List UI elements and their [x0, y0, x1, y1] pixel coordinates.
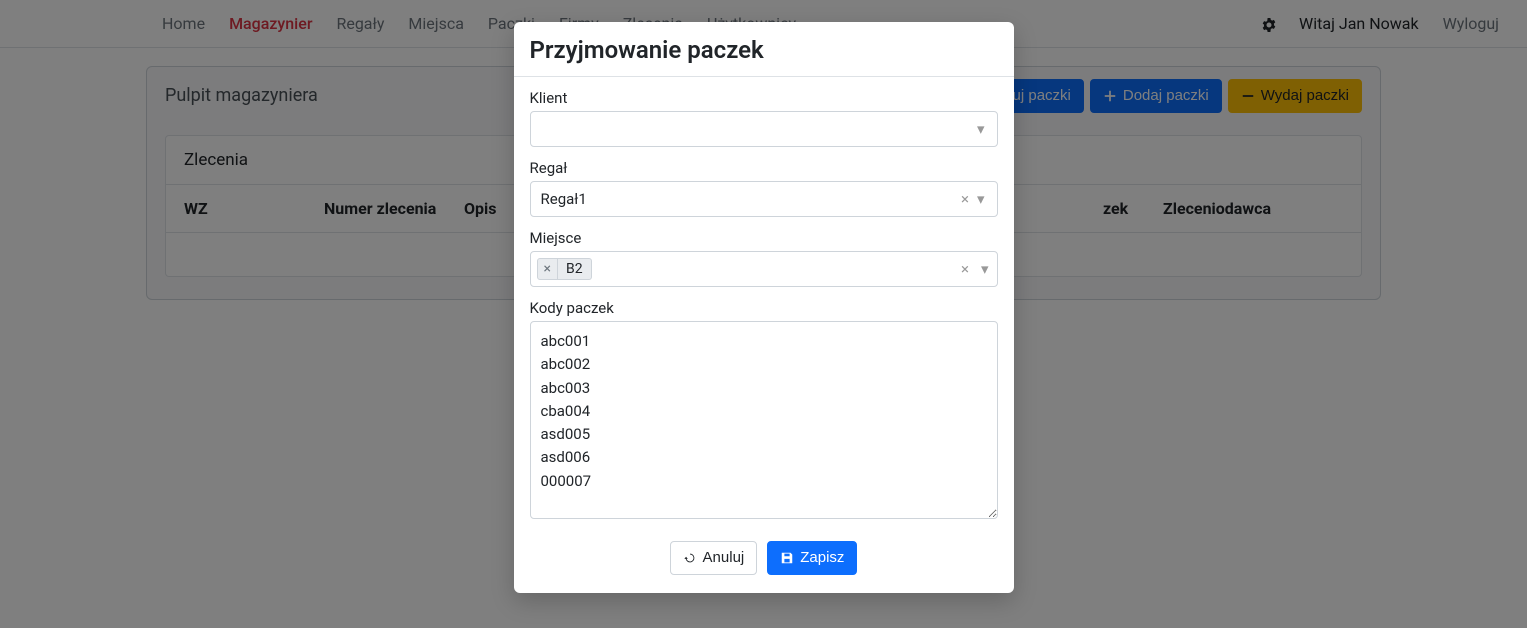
cancel-button[interactable]: Anuluj [670, 541, 758, 575]
modal-title: Przyjmowanie paczek [514, 22, 1014, 77]
kody-textarea[interactable]: abc001 abc002 abc003 cba004 asd005 asd00… [530, 321, 998, 519]
miejsce-clear-icon[interactable]: × [955, 260, 975, 278]
label-klient: Klient [530, 89, 998, 107]
save-button[interactable]: Zapisz [767, 541, 857, 575]
modal-receive-packages: Przyjmowanie paczek Klient ▾ Regał Regał… [514, 22, 1014, 593]
klient-select[interactable]: ▾ [530, 111, 998, 147]
chevron-down-icon: ▾ [979, 260, 991, 278]
chevron-down-icon: ▾ [975, 120, 987, 138]
modal-body: Klient ▾ Regał Regał1 × ▾ Miejsce × B2 ×… [514, 77, 1014, 527]
regal-clear-icon[interactable]: × [955, 190, 975, 208]
save-icon [780, 551, 794, 565]
miejsce-select[interactable]: × B2 × ▾ [530, 251, 998, 287]
modal-footer: Anuluj Zapisz [514, 527, 1014, 593]
save-label: Zapisz [800, 548, 844, 568]
chevron-down-icon: ▾ [975, 190, 987, 208]
modal-overlay[interactable]: Przyjmowanie paczek Klient ▾ Regał Regał… [0, 0, 1527, 628]
label-kody: Kody paczek [530, 299, 998, 317]
undo-icon [683, 551, 697, 565]
label-regal: Regał [530, 159, 998, 177]
regal-select[interactable]: Regał1 × ▾ [530, 181, 998, 217]
regal-value: Regał1 [541, 190, 587, 208]
tag-remove-icon[interactable]: × [538, 259, 558, 279]
cancel-label: Anuluj [703, 548, 745, 568]
miejsce-tag-label: B2 [558, 259, 591, 279]
miejsce-tag: × B2 [537, 258, 592, 280]
label-miejsce: Miejsce [530, 229, 998, 247]
